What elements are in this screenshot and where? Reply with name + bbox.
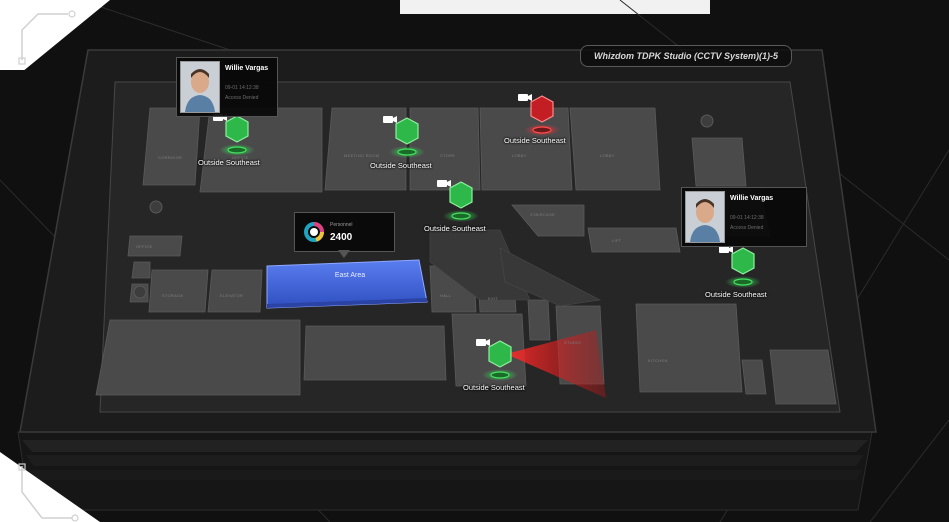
camera-marker[interactable] [382, 114, 432, 164]
cctv-camera-icon [437, 180, 451, 187]
room-label: HALL [440, 293, 452, 298]
room-label: LOBBY [600, 153, 615, 158]
camera-label: Outside Southeast [198, 158, 260, 167]
cctv-camera-icon [518, 94, 532, 101]
camera-label: Outside Southeast [504, 136, 566, 145]
hud-corner-top-left [0, 0, 110, 70]
person-name: Willie Vargas [730, 195, 774, 202]
person-status: Access Denied [225, 95, 259, 101]
system-title: Whizdom TDPK Studio (CCTV System)(1)-5 [580, 45, 792, 67]
camera-label: Outside Southeast [705, 290, 767, 299]
camera-label: Outside Southeast [424, 224, 486, 233]
camera-marker[interactable] [475, 337, 525, 387]
personnel-stat-card[interactable]: Personnel 2400 [294, 212, 395, 252]
room-label: STAIRCASE [530, 212, 556, 217]
floor-plan-map [0, 0, 949, 522]
zone-label: East Area [334, 272, 366, 279]
room-label: STUDIO [564, 340, 581, 345]
person-name: Willie Vargas [225, 65, 269, 72]
camera-marker[interactable] [212, 112, 262, 162]
avatar [685, 191, 725, 243]
cctv-camera-icon [383, 116, 397, 123]
room-label: ELEVATOR [220, 293, 244, 298]
ring-chart-icon [304, 222, 324, 242]
room-label: LIFT [612, 238, 622, 243]
stat-card-pointer [338, 250, 350, 258]
camera-marker[interactable] [436, 178, 486, 228]
cctv-map-view: CORRIDOR OFFICE MEETING ROOM STORE LOBBY… [0, 0, 949, 522]
room-label: STORE [440, 153, 456, 158]
avatar [180, 61, 220, 113]
camera-marker[interactable] [718, 244, 768, 294]
room-label: CORRIDOR [158, 155, 183, 160]
person-card[interactable]: Willie Vargas 09-01 14:12:38 Access Deni… [176, 57, 278, 117]
camera-label: Outside Southeast [370, 161, 432, 170]
hud-corner-bottom-left [0, 452, 100, 522]
room-label: STORAGE [162, 293, 184, 298]
room-label: MEETING ROOM [344, 153, 380, 158]
person-timestamp: 09-01 14:12:38 [730, 215, 764, 221]
person-card[interactable]: Willie Vargas 09-01 14:12:38 Access Deni… [681, 187, 807, 247]
camera-marker-alarm[interactable] [517, 92, 567, 142]
stat-label: Personnel [330, 222, 353, 228]
room-label: LOBBY [512, 153, 527, 158]
room-label: OFFICE [136, 244, 153, 249]
person-status: Access Denied [730, 225, 764, 231]
room-label: EXIT [488, 296, 499, 301]
zone-east-area[interactable] [265, 258, 429, 310]
cctv-camera-icon [476, 339, 490, 346]
stat-value: 2400 [330, 232, 353, 243]
person-timestamp: 09-01 14:12:38 [225, 85, 259, 91]
camera-label: Outside Southeast [463, 383, 525, 392]
room-label: KITCHEN [648, 358, 668, 363]
